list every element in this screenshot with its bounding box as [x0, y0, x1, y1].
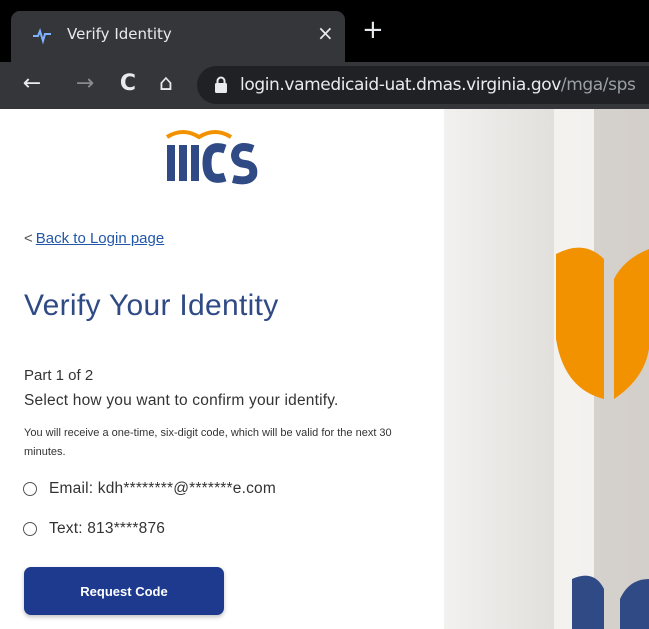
background-graphic — [444, 109, 649, 629]
code-validity-note: You will receive a one-time, six-digit c… — [24, 427, 392, 458]
favicon-icon — [33, 27, 51, 45]
option-text[interactable]: Text: 813****876 — [23, 518, 165, 540]
lock-icon — [215, 76, 227, 93]
address-bar[interactable]: login.vamedicaid-uat.dmas.virginia.gov/m… — [197, 66, 649, 104]
text-option-label: Text: 813****876 — [49, 520, 166, 537]
new-tab-icon[interactable]: + — [362, 17, 384, 43]
request-code-button[interactable]: Request Code — [24, 567, 224, 615]
back-icon[interactable]: ← — [19, 71, 45, 97]
url-text: login.vamedicaid-uat.dmas.virginia.gov/m… — [240, 75, 636, 95]
back-to-login-link[interactable]: < Back to Login page — [24, 230, 164, 247]
tab-verify-identity[interactable]: Verify Identity × — [11, 11, 345, 62]
back-link-label[interactable]: Back to Login page — [36, 230, 164, 247]
page-title: Verify Your Identity — [24, 289, 279, 322]
email-radio[interactable] — [23, 482, 37, 496]
decorative-background — [444, 109, 649, 629]
text-radio[interactable] — [23, 522, 37, 536]
page-content: < Back to Login page Verify Your Identity… — [0, 109, 649, 629]
step-indicator: Part 1 of 2 — [24, 367, 94, 384]
home-icon[interactable]: ⌂ — [153, 71, 179, 97]
method-prompt: Select how you want to confirm your iden… — [24, 392, 339, 409]
forward-icon[interactable]: → — [72, 71, 98, 97]
url-host: login.vamedicaid-uat.dmas.virginia.gov — [240, 75, 561, 95]
email-option-label: Email: kdh********@*******e.com — [49, 480, 276, 497]
browser-toolbar: ← → C ⌂ login.vamedicaid-uat.dmas.virgin… — [0, 62, 649, 109]
tab-strip: Verify Identity × + — [0, 0, 649, 62]
option-email[interactable]: Email: kdh********@*******e.com — [23, 478, 276, 500]
tab-title: Verify Identity — [67, 25, 172, 43]
url-path: /mga/sps — [560, 75, 636, 95]
reload-icon[interactable]: C — [115, 71, 141, 97]
mcs-logo — [165, 130, 258, 185]
chevron-left-icon: < — [24, 230, 33, 247]
close-tab-icon[interactable]: × — [317, 22, 334, 44]
browser-chrome: Verify Identity × + ← → C ⌂ login.vamedi… — [0, 0, 649, 109]
verify-form-pane: < Back to Login page Verify Your Identity… — [0, 109, 444, 629]
